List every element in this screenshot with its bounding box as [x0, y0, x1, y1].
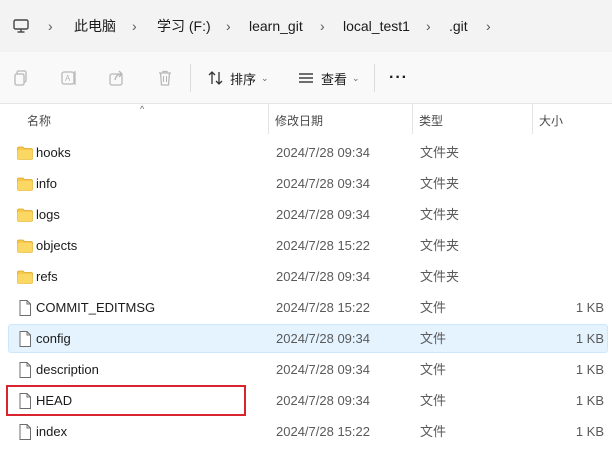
- breadcrumb-drive[interactable]: 学习 (F:): [157, 16, 211, 36]
- column-name[interactable]: 名称: [27, 112, 51, 129]
- file-modified-date: 2024/7/28 09:34: [276, 362, 370, 377]
- toolbar-divider: [374, 64, 375, 92]
- sort-indicator-icon: ^: [140, 104, 145, 114]
- chevron-right-icon: ›: [226, 18, 231, 34]
- folder-icon: [16, 175, 34, 193]
- file-modified-date: 2024/7/28 09:34: [276, 176, 370, 191]
- file-name: hooks: [36, 145, 71, 160]
- breadcrumb-learn-git[interactable]: learn_git: [249, 16, 303, 36]
- more-options-button[interactable]: ···: [389, 67, 408, 89]
- file-icon: [16, 330, 34, 348]
- file-row[interactable]: COMMIT_EDITMSG 2024/7/28 15:22 文件 1 KB: [8, 293, 608, 322]
- breadcrumb-this-pc[interactable]: 此电脑: [74, 16, 116, 36]
- file-icon: [16, 423, 34, 441]
- folder-icon: [16, 206, 34, 224]
- file-size: 1 KB: [575, 393, 604, 408]
- file-name: description: [36, 362, 99, 377]
- file-row[interactable]: config 2024/7/28 09:34 文件 1 KB: [8, 324, 608, 353]
- folder-icon: [16, 144, 34, 162]
- address-bar[interactable]: › 此电脑 › 学习 (F:) › learn_git › local_test…: [0, 0, 612, 52]
- file-type: 文件夹: [420, 207, 460, 222]
- view-button[interactable]: 查看 ⌄: [297, 67, 360, 89]
- share-icon[interactable]: [106, 67, 128, 89]
- file-type: 文件夹: [420, 238, 460, 253]
- file-row[interactable]: description 2024/7/28 09:34 文件 1 KB: [8, 355, 608, 384]
- column-divider[interactable]: [268, 104, 269, 134]
- file-modified-date: 2024/7/28 15:22: [276, 424, 370, 439]
- chevron-right-icon: ›: [48, 18, 53, 34]
- file-name: refs: [36, 269, 58, 284]
- sort-button[interactable]: 排序 ⌄: [207, 67, 269, 89]
- folder-icon: [16, 268, 34, 286]
- file-size: 1 KB: [575, 362, 604, 377]
- column-divider[interactable]: [412, 104, 413, 134]
- view-icon: [299, 73, 313, 83]
- file-type: 文件: [420, 300, 447, 315]
- column-header: ^ 名称 修改日期 类型 大小: [0, 104, 612, 134]
- chevron-right-icon: ›: [320, 18, 325, 34]
- chevron-down-icon: ⌄: [261, 72, 269, 83]
- sort-label: 排序: [230, 71, 257, 87]
- file-type: 文件: [420, 331, 447, 346]
- column-type[interactable]: 类型: [419, 112, 443, 129]
- folder-icon: [16, 237, 34, 255]
- file-modified-date: 2024/7/28 09:34: [276, 207, 370, 222]
- file-name: COMMIT_EDITMSG: [36, 300, 156, 315]
- file-icon: [16, 299, 34, 317]
- more-icon: ···: [389, 69, 408, 86]
- view-label: 查看: [321, 71, 348, 87]
- file-row[interactable]: info 2024/7/28 09:34 文件夹: [8, 169, 608, 198]
- copy-icon[interactable]: [10, 67, 32, 89]
- file-modified-date: 2024/7/28 09:34: [276, 145, 370, 160]
- column-size[interactable]: 大小: [539, 112, 563, 129]
- file-name: logs: [36, 207, 60, 222]
- highlight-box: [6, 385, 246, 416]
- column-date[interactable]: 修改日期: [275, 112, 323, 129]
- breadcrumb-git[interactable]: .git: [449, 16, 468, 36]
- file-size: 1 KB: [575, 331, 604, 346]
- sort-icon: [208, 71, 223, 85]
- file-type: 文件: [420, 393, 447, 408]
- file-type: 文件: [420, 362, 447, 377]
- file-modified-date: 2024/7/28 15:22: [276, 300, 370, 315]
- file-icon: [16, 361, 34, 379]
- delete-icon[interactable]: [154, 67, 176, 89]
- file-type: 文件夹: [420, 145, 460, 160]
- toolbar-divider: [190, 64, 191, 92]
- chevron-down-icon: ⌄: [352, 72, 360, 83]
- file-modified-date: 2024/7/28 09:34: [276, 269, 370, 284]
- file-name: config: [36, 331, 71, 346]
- breadcrumb-local-test1[interactable]: local_test1: [343, 16, 410, 36]
- file-row[interactable]: index 2024/7/28 15:22 文件 1 KB: [8, 417, 608, 446]
- column-divider[interactable]: [532, 104, 533, 134]
- file-size: 1 KB: [575, 300, 604, 315]
- rename-icon[interactable]: A: [58, 67, 80, 89]
- file-name: info: [36, 176, 57, 191]
- command-bar: A 排序 ⌄ 查看 ⌄ ···: [0, 52, 612, 104]
- file-row[interactable]: objects 2024/7/28 15:22 文件夹: [8, 231, 608, 260]
- file-modified-date: 2024/7/28 15:22: [276, 238, 370, 253]
- file-type: 文件夹: [420, 269, 460, 284]
- file-row[interactable]: hooks 2024/7/28 09:34 文件夹: [8, 138, 608, 167]
- chevron-right-icon: ›: [426, 18, 431, 34]
- chevron-right-icon: ›: [132, 18, 137, 34]
- chevron-right-icon[interactable]: ›: [486, 16, 491, 36]
- file-row[interactable]: refs 2024/7/28 09:34 文件夹: [8, 262, 608, 291]
- file-row[interactable]: logs 2024/7/28 09:34 文件夹: [8, 200, 608, 229]
- svg-text:A: A: [65, 74, 71, 83]
- file-name: index: [36, 424, 68, 439]
- computer-icon[interactable]: [10, 15, 32, 37]
- file-modified-date: 2024/7/28 09:34: [276, 331, 370, 346]
- file-name: objects: [36, 238, 78, 253]
- file-type: 文件: [420, 424, 447, 439]
- file-size: 1 KB: [575, 424, 604, 439]
- file-type: 文件夹: [420, 176, 460, 191]
- file-modified-date: 2024/7/28 09:34: [276, 393, 370, 408]
